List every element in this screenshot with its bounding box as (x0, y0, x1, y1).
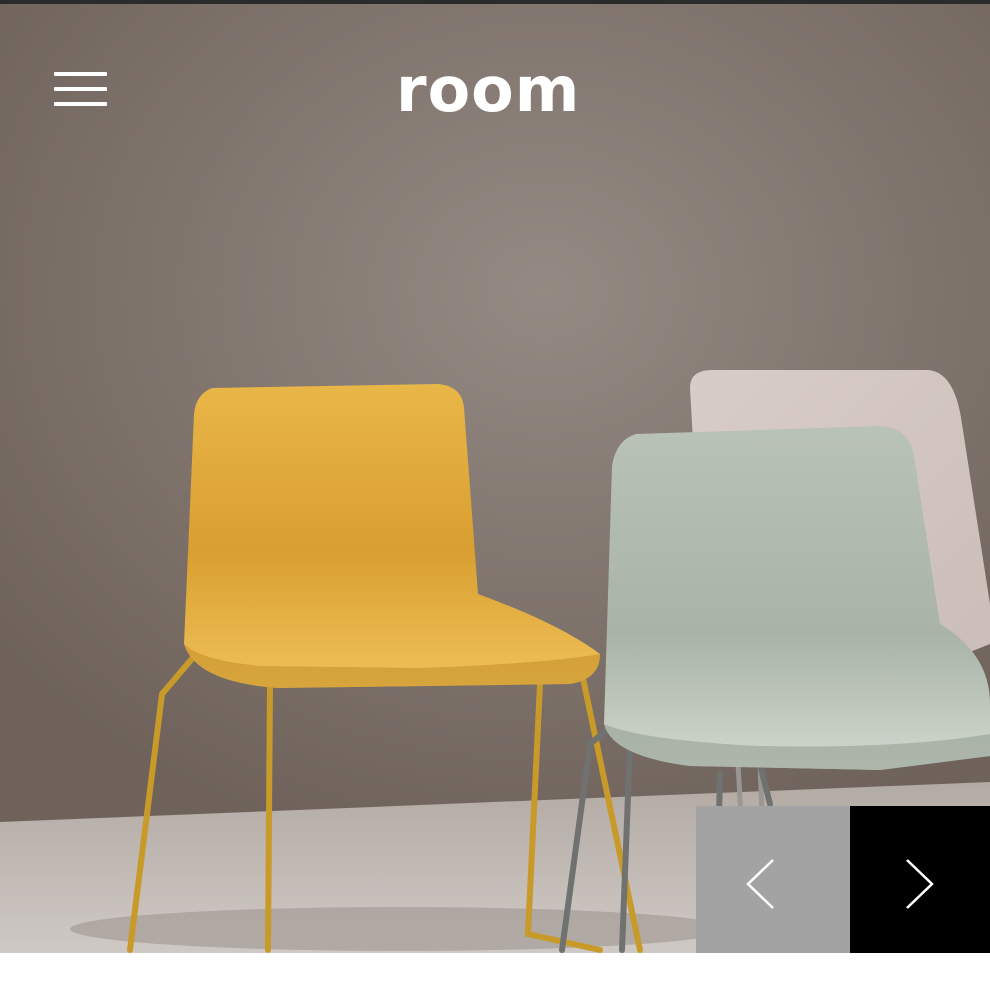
chevron-left-icon (746, 859, 774, 909)
hamburger-menu-icon (54, 72, 107, 76)
menu-button[interactable] (54, 68, 107, 112)
site-logo[interactable]: room (396, 54, 596, 126)
hamburger-menu-icon (54, 102, 107, 106)
hamburger-menu-icon (54, 87, 107, 91)
content-area (0, 953, 990, 990)
chevron-right-icon (906, 859, 934, 909)
slider-prev-button[interactable] (696, 806, 850, 953)
page: room (0, 0, 990, 990)
slider-next-button[interactable] (850, 806, 990, 953)
